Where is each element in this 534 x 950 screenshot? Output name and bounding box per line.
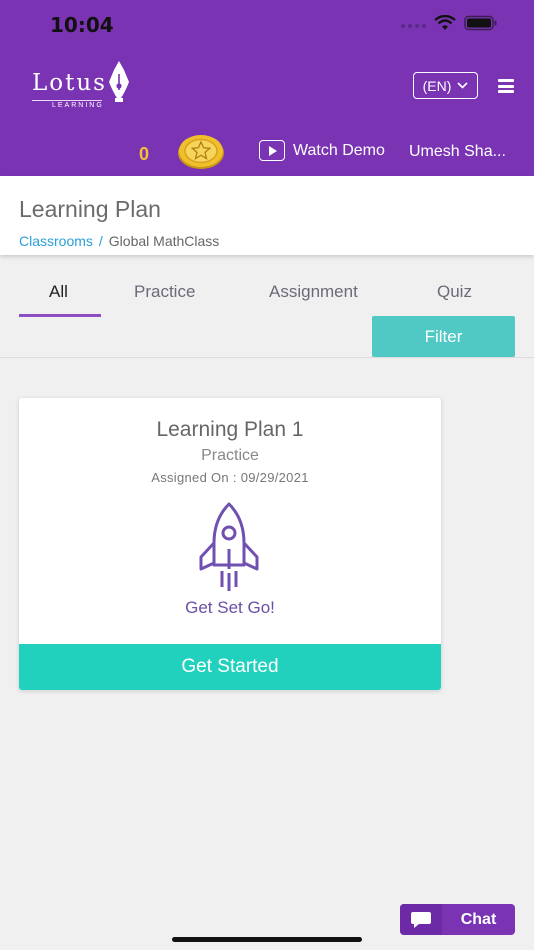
wifi-icon [434,15,456,30]
home-indicator[interactable] [172,937,362,942]
breadcrumb-classrooms[interactable]: Classrooms [19,233,93,249]
coin-star-icon [178,135,224,169]
tab-practice[interactable]: Practice [134,282,195,302]
watch-demo-button[interactable]: Watch Demo [259,140,385,161]
chat-bubble-icon [400,904,442,935]
chevron-down-icon [457,82,468,89]
breadcrumb: Classrooms / Global MathClass [19,233,219,249]
watch-demo-label: Watch Demo [293,141,385,159]
active-tab-indicator [19,314,101,317]
play-icon [259,140,285,161]
battery-icon [464,15,497,31]
card-assigned-date: Assigned On : 09/29/2021 [151,470,309,485]
rocket-icon [199,502,259,591]
page-title: Learning Plan [19,196,161,222]
status-icons [400,15,498,31]
hamburger-menu-icon[interactable] [498,79,514,93]
card-type: Practice [201,447,259,464]
user-name[interactable]: Umesh Sha... [409,143,506,161]
card-tagline: Get Set Go! [185,598,275,617]
status-time: 10:04 [50,13,114,37]
divider [0,357,534,358]
language-label: (EN) [422,77,452,94]
plan-tabs: All Practice Assignment Quiz [0,270,534,320]
language-select[interactable]: (EN) [413,72,478,99]
tab-assignment[interactable]: Assignment [269,282,358,302]
status-bar: 10:04 [0,0,534,48]
app-header: Lotus LEARNING (EN) 0 Watch Demo Umesh S… [0,48,534,176]
page-title-bar: Learning Plan Classrooms / Global MathClas… [0,176,534,255]
pen-nib-icon [109,61,129,102]
tab-quiz[interactable]: Quiz [437,282,472,302]
learning-plan-card: Learning Plan 1 Practice Assigned On : 0… [19,398,441,690]
logo-text: Lotus [32,70,107,96]
logo-rule [32,100,102,101]
tab-all[interactable]: All [49,282,68,302]
chat-label: Chat [460,910,497,928]
filter-button[interactable]: Filter [372,316,515,357]
chat-button[interactable]: Chat [400,904,515,935]
cellular-signal-icon [401,24,426,28]
breadcrumb-separator: / [98,233,103,249]
coin-count: 0 [139,144,150,164]
get-started-button[interactable]: Get Started [19,644,441,690]
breadcrumb-current: Global MathClass [108,233,220,249]
card-title: Learning Plan 1 [156,418,304,441]
logo-subtitle: LEARNING [52,102,104,109]
lotus-logo[interactable]: Lotus LEARNING [30,60,134,110]
